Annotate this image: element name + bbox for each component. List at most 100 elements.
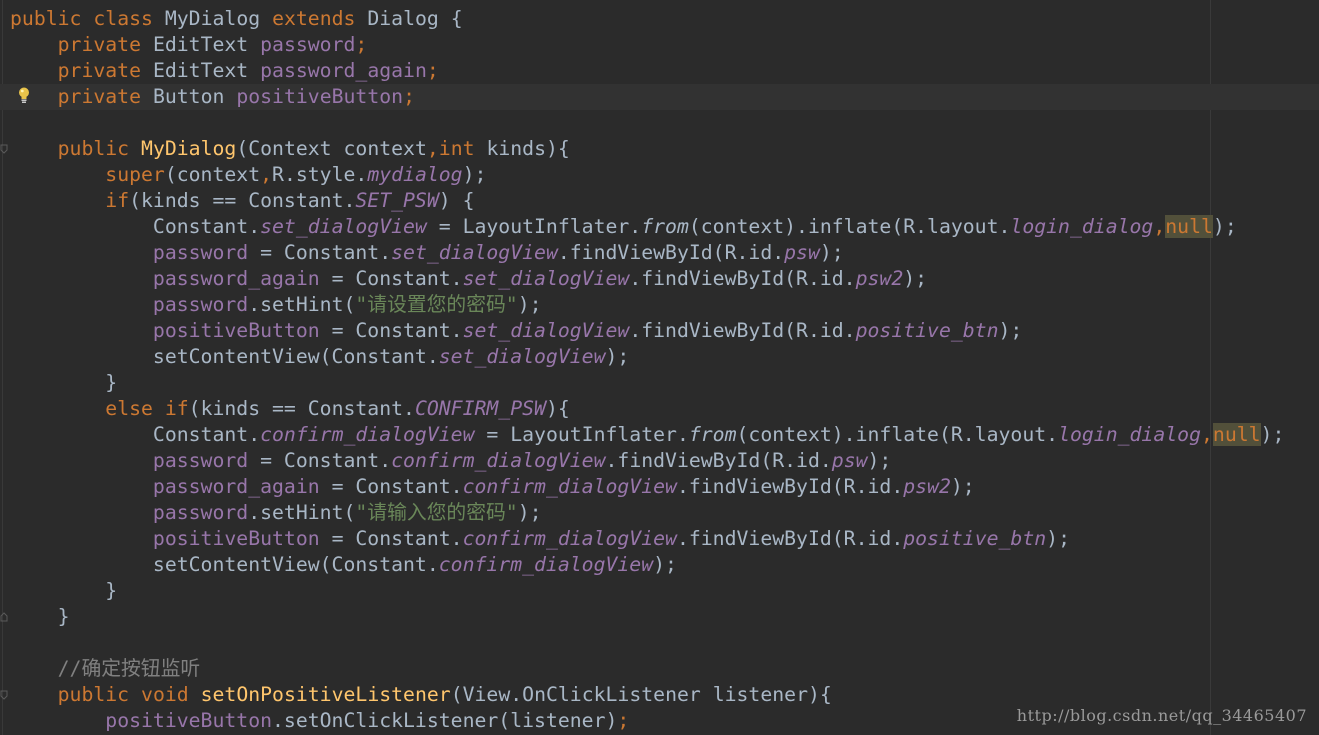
static-field: SET_PSW xyxy=(355,189,439,212)
highlighted-null: null xyxy=(1212,423,1261,446)
code-line-24[interactable]: } xyxy=(10,604,1319,630)
code-text: .setOnClickListener(listener) xyxy=(272,709,618,732)
static-field: positive_btn xyxy=(855,319,999,342)
code-line-18[interactable]: password = Constant.confirm_dialogView.f… xyxy=(10,448,1319,474)
code-text: ); xyxy=(653,553,677,576)
keyword: class xyxy=(93,7,153,30)
code-line-1[interactable]: public class MyDialog extends Dialog { xyxy=(10,6,1319,32)
keyword: int xyxy=(438,137,475,160)
semicolon: ; xyxy=(426,59,439,82)
keyword: public xyxy=(10,7,82,30)
code-text: ); xyxy=(1212,215,1237,238)
code-text: .findViewById(R.id. xyxy=(676,527,904,550)
class-name: MyDialog xyxy=(164,7,261,30)
code-text: ); xyxy=(1046,527,1070,550)
code-text: = Constant. xyxy=(319,267,463,290)
static-field: psw2 xyxy=(855,267,904,290)
code-line-3[interactable]: private EditText password_again; xyxy=(10,58,1319,84)
field-name: password_again xyxy=(152,267,320,290)
code-line-12[interactable]: password.setHint("请设置您的密码"); xyxy=(10,292,1319,318)
static-field: set_dialogView xyxy=(260,215,427,238)
fold-marker-icon[interactable] xyxy=(0,690,8,700)
code-line-19[interactable]: password_again = Constant.confirm_dialog… xyxy=(10,474,1319,500)
static-field: set_dialogView xyxy=(462,319,630,342)
field-name: password xyxy=(152,449,249,472)
code-line-21[interactable]: positiveButton = Constant.confirm_dialog… xyxy=(10,526,1319,552)
static-field: psw xyxy=(831,449,868,472)
code-text: .findViewById(R.id. xyxy=(629,267,856,290)
fold-marker-icon[interactable] xyxy=(0,144,8,154)
code-text: = Constant. xyxy=(248,449,392,472)
code-editor[interactable]: public class MyDialog extends Dialog { p… xyxy=(0,0,1319,735)
comma: , xyxy=(426,137,439,160)
method-name: setOnPositiveListener xyxy=(200,683,451,706)
code-line-8[interactable]: if(kinds == Constant.SET_PSW) { xyxy=(10,188,1319,214)
field-name: password xyxy=(152,241,249,264)
type-name: EditText xyxy=(152,33,249,56)
static-field: psw xyxy=(784,241,820,264)
code-text: (View.OnClickListener listener){ xyxy=(450,683,832,706)
static-method: from xyxy=(688,423,737,446)
semicolon: ; xyxy=(355,33,368,56)
code-line-22[interactable]: setContentView(Constant.confirm_dialogVi… xyxy=(10,552,1319,578)
code-text: = Constant. xyxy=(319,319,463,342)
keyword: if xyxy=(105,189,130,212)
code-text: Constant. xyxy=(152,215,261,238)
code-line-2[interactable]: private EditText password; xyxy=(10,32,1319,58)
static-field: positive_btn xyxy=(903,527,1047,550)
code-text: kinds){ xyxy=(474,137,570,160)
code-line-23[interactable]: } xyxy=(10,578,1319,604)
code-text: setContentView(Constant. xyxy=(152,345,439,368)
code-text: (Context context xyxy=(236,137,427,160)
code-line-9[interactable]: Constant.set_dialogView = LayoutInflater… xyxy=(10,214,1319,240)
gutter-divider xyxy=(2,0,3,735)
code-line-4[interactable]: private Button positiveButton; xyxy=(0,84,1319,110)
code-line-20[interactable]: password.setHint("请输入您的密码"); xyxy=(10,500,1319,526)
code-text: Constant. xyxy=(152,423,261,446)
code-text: ); xyxy=(1260,423,1285,446)
fold-marker-icon[interactable] xyxy=(0,612,8,622)
keyword: void xyxy=(141,683,189,706)
code-line-10[interactable]: password = Constant.set_dialogView.findV… xyxy=(10,240,1319,266)
code-text: ){ xyxy=(545,397,570,420)
code-text: ); xyxy=(950,475,975,498)
field-name: password xyxy=(152,293,249,316)
static-field: mydialog xyxy=(367,163,463,186)
code-text: ); xyxy=(517,293,542,316)
closing-brace: } xyxy=(105,579,118,602)
code-line-11[interactable]: password_again = Constant.set_dialogView… xyxy=(10,266,1319,292)
code-line-26[interactable]: //确定按钮监听 xyxy=(10,656,1319,682)
static-field: login_dialog xyxy=(1058,423,1201,446)
code-text: (kinds == Constant. xyxy=(188,397,415,420)
code-text: R.style. xyxy=(272,163,368,186)
field-name: positiveButton xyxy=(105,709,273,732)
method-name: MyDialog xyxy=(141,137,237,160)
type-name: Button xyxy=(152,85,225,108)
code-line-6[interactable]: public MyDialog(Context context,int kind… xyxy=(10,136,1319,162)
field-name: password xyxy=(152,501,249,524)
keyword: private xyxy=(57,33,142,56)
keyword: private xyxy=(57,59,142,82)
comma: , xyxy=(1200,423,1213,446)
code-line-7[interactable]: super(context,R.style.mydialog); xyxy=(10,162,1319,188)
code-text: .findViewById(R.id. xyxy=(676,475,904,498)
code-line-13[interactable]: positiveButton = Constant.set_dialogView… xyxy=(10,318,1319,344)
code-line-27[interactable]: public void setOnPositiveListener(View.O… xyxy=(10,682,1319,708)
keyword: public xyxy=(57,137,130,160)
code-text: ); xyxy=(819,241,844,264)
static-field: CONFIRM_PSW xyxy=(414,397,546,420)
lightbulb-icon[interactable] xyxy=(16,86,32,104)
field-name: positiveButton xyxy=(236,85,404,108)
code-line-16[interactable]: else if(kinds == Constant.CONFIRM_PSW){ xyxy=(10,396,1319,422)
code-text: .findViewById(R.id. xyxy=(605,449,832,472)
static-field: confirm_dialogView xyxy=(438,553,654,576)
string-literal: "请设置您的密码" xyxy=(355,293,518,316)
static-field: set_dialogView xyxy=(391,241,558,264)
code-line-17[interactable]: Constant.confirm_dialogView = LayoutInfl… xyxy=(10,422,1319,448)
comma: , xyxy=(1153,215,1166,238)
code-text: ) { xyxy=(438,189,475,212)
code-line-15[interactable]: } xyxy=(10,370,1319,396)
static-field: psw2 xyxy=(903,475,951,498)
code-line-14[interactable]: setContentView(Constant.set_dialogView); xyxy=(10,344,1319,370)
code-text: ); xyxy=(517,501,542,524)
